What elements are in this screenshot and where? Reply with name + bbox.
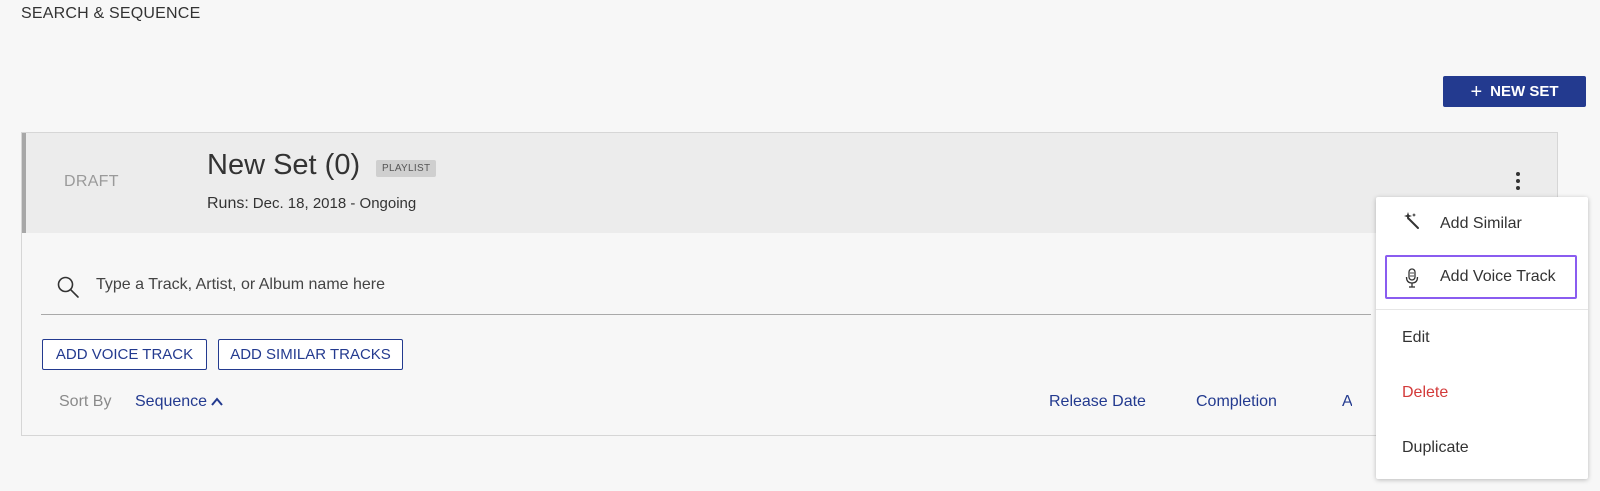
sort-sequence[interactable]: Sequence <box>135 393 223 411</box>
search-icon <box>57 276 79 298</box>
page-title: SEARCH & SEQUENCE <box>21 5 201 22</box>
status-label: DRAFT <box>64 173 119 190</box>
new-set-button[interactable]: + NEW SET <box>1443 76 1586 107</box>
chevron-up-icon <box>211 397 223 406</box>
add-voice-track-button[interactable]: ADD VOICE TRACK <box>42 339 207 370</box>
sort-sequence-label: Sequence <box>135 393 208 410</box>
menu-label-edit: Edit <box>1402 329 1430 346</box>
menu-item-duplicate[interactable]: Duplicate <box>1376 421 1588 475</box>
sort-release-date[interactable]: Release Date <box>1049 393 1146 411</box>
magic-wand-icon <box>1404 212 1419 229</box>
kebab-menu-icon[interactable] <box>1510 169 1526 193</box>
search-input[interactable] <box>96 271 1296 299</box>
runs-value: Dec. 18, 2018 - Ongoing <box>252 195 417 212</box>
menu-item-add-similar[interactable]: Add Similar <box>1376 197 1588 251</box>
plus-icon: + <box>1470 80 1483 103</box>
search-bar <box>41 259 1371 315</box>
set-card: DRAFT New Set (0) PLAYLIST Runs: Dec. 18,… <box>21 132 1558 436</box>
sort-column-partial[interactable]: A <box>1342 393 1352 411</box>
set-card-header: DRAFT New Set (0) PLAYLIST Runs: Dec. 18,… <box>22 133 1557 233</box>
microphone-icon <box>1405 268 1419 288</box>
runs-info: Runs: Dec. 18, 2018 - Ongoing <box>207 195 416 213</box>
menu-label-add-voice-track: Add Voice Track <box>1440 268 1556 285</box>
menu-divider <box>1376 309 1588 310</box>
sort-completion[interactable]: Completion <box>1196 393 1277 411</box>
add-similar-tracks-button[interactable]: ADD SIMILAR TRACKS <box>218 339 403 370</box>
sort-by-label: Sort By <box>59 393 112 410</box>
menu-item-delete[interactable]: Delete <box>1376 366 1588 420</box>
menu-label-add-similar: Add Similar <box>1440 215 1522 232</box>
menu-item-edit[interactable]: Edit <box>1376 311 1588 365</box>
menu-label-duplicate: Duplicate <box>1402 439 1469 456</box>
page: SEARCH & SEQUENCE + NEW SET DRAFT New Se… <box>0 0 1600 491</box>
menu-label-delete: Delete <box>1402 384 1449 401</box>
context-menu: Add Similar Add Voice Track Edit Delete … <box>1376 197 1588 479</box>
new-set-label: NEW SET <box>1490 83 1559 100</box>
set-title: New Set (0) <box>207 149 361 181</box>
type-badge: PLAYLIST <box>376 160 437 177</box>
runs-label: Runs: <box>207 195 249 212</box>
menu-item-add-voice-track[interactable]: Add Voice Track <box>1385 255 1577 299</box>
